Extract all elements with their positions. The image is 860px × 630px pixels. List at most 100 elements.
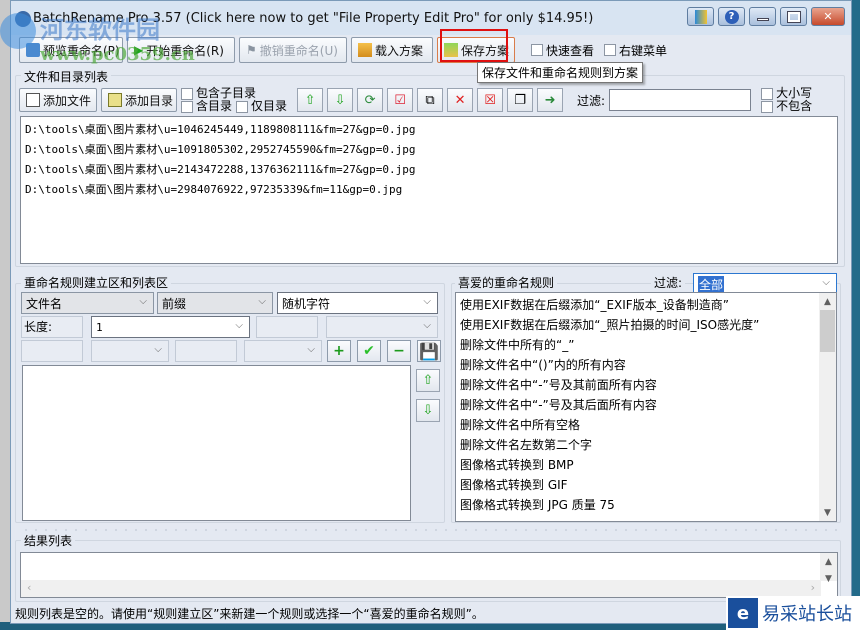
rule-position-select[interactable]: 前缀 ⌵ [157, 292, 273, 314]
start-rename-label: 开始重命名(R) [146, 43, 224, 58]
maximize-icon [786, 10, 801, 23]
favorite-rule-item[interactable]: 删除文件名左数第二个字 [456, 435, 836, 455]
arrow-down-icon: ⇩ [422, 403, 434, 418]
favorite-rule-item[interactable]: 删除文件中所有的“_” [456, 335, 836, 355]
arrow-down-icon: ⇩ [334, 92, 346, 108]
exclude-checkbox[interactable]: 不包含 [761, 100, 812, 113]
results-horizontal-scrollbar[interactable]: ‹ › [21, 580, 821, 597]
preview-rename-button[interactable]: 预览重命名(P) [19, 37, 123, 63]
remove-button[interactable]: ✕ [447, 88, 474, 112]
favorite-rule-item[interactable]: 删除文件名中“-”号及其后面所有内容 [456, 395, 836, 415]
rules-list[interactable] [22, 365, 411, 521]
undo-icon: ⚑ [246, 43, 257, 57]
maximize-button[interactable] [780, 7, 807, 26]
favorite-rule-item[interactable]: 图像格式转换到 GIF [456, 475, 836, 495]
chevron-down-icon: ⌵ [822, 277, 830, 288]
scroll-right-icon[interactable]: › [811, 581, 815, 594]
move-down-button[interactable]: ⇩ [327, 88, 354, 112]
add-file-button[interactable]: 添加文件 [19, 88, 97, 112]
favorite-rule-item[interactable]: 删除文件名中“()”内的所有内容 [456, 355, 836, 375]
file-icon [26, 93, 40, 107]
scroll-up-icon[interactable]: ▲ [820, 553, 837, 570]
add-directory-button[interactable]: 添加目录 [101, 88, 177, 112]
splitter[interactable] [21, 528, 841, 532]
add-rule-button[interactable]: + [327, 340, 351, 362]
context-menu-checkbox[interactable]: 右键菜单 [604, 42, 667, 59]
file-list-item[interactable]: D:\tools\桌面\图片素材\u=2984076922,97235339&f… [21, 180, 837, 200]
window-title[interactable]: BatchRename Pro 3.57 (Click here now to … [33, 11, 593, 26]
param-field-1[interactable] [256, 316, 318, 338]
favorite-rule-item[interactable]: 删除文件名中“-”号及其前面所有内容 [456, 375, 836, 395]
chevron-down-icon: ⌵ [307, 344, 315, 355]
file-list[interactable]: D:\tools\桌面\图片素材\u=1046245449,1189808111… [20, 116, 838, 264]
filter-options: 大小写 不包含 [761, 87, 812, 113]
cube-icon [694, 9, 707, 24]
save-folder-icon [444, 43, 458, 57]
move-up-button[interactable]: ⇧ [297, 88, 324, 112]
favorite-rule-item[interactable]: 使用EXIF数据在后缀添加“_照片拍摄的时间_ISO感光度” [456, 315, 836, 335]
copy-button[interactable]: ❐ [507, 88, 534, 112]
checklist-icon: ☑ [394, 92, 406, 108]
param-select-3[interactable]: ⌵ [244, 340, 322, 362]
check-button[interactable]: ☑ [387, 88, 414, 112]
preview-rename-label: 预览重命名(P) [43, 43, 120, 58]
files-toolbar: 添加文件 添加目录 包含子目录 含目录 仅目录 ⇧ ⇩ ⟳ ☑ ⧉ ✕ ☒ ❐ … [19, 87, 812, 113]
favorite-rule-item[interactable]: 图像格式转换到 BMP [456, 455, 836, 475]
save-scheme-tooltip: 保存文件和重命名规则到方案 [477, 62, 644, 83]
start-rename-button[interactable]: ▶ 开始重命名(R) [127, 37, 235, 63]
load-scheme-button[interactable]: 载入方案 [351, 37, 433, 63]
rule-target-select[interactable]: 文件名 ⌵ [21, 292, 154, 314]
dirs-only-checkbox[interactable]: 仅目录 [236, 100, 287, 113]
results-vertical-scrollbar[interactable]: ▲ ▼ [820, 553, 837, 584]
param-select-1[interactable]: ⌵ [326, 316, 438, 338]
quick-view-checkbox[interactable]: 快速查看 [531, 42, 594, 59]
favorite-rule-item[interactable]: 删除文件名中所有空格 [456, 415, 836, 435]
file-list-item[interactable]: D:\tools\桌面\图片素材\u=2143472288,1376362111… [21, 160, 837, 180]
rule-type-select[interactable]: 随机字符 ⌵ [277, 292, 438, 314]
arrow-up-icon: ⇧ [304, 92, 316, 108]
app-window: BatchRename Pro 3.57 (Click here now to … [10, 0, 852, 624]
param-select-2[interactable]: ⌵ [91, 340, 169, 362]
length-select[interactable]: 1 ⌵ [91, 316, 250, 338]
length-label: 长度: [21, 316, 83, 338]
help-button[interactable]: ? [718, 7, 745, 26]
import-button[interactable]: ➜ [537, 88, 564, 112]
scroll-left-icon[interactable]: ‹ [27, 581, 31, 594]
scroll-up-icon[interactable]: ▲ [819, 293, 836, 310]
minimize-button[interactable] [749, 7, 776, 26]
app-info-button[interactable] [687, 7, 714, 26]
minimize-icon [756, 18, 769, 21]
close-icon: ✕ [823, 10, 833, 23]
scrollbar-thumb[interactable] [820, 310, 835, 352]
favorite-rule-item[interactable]: 使用EXIF数据在后缀添加“_EXIF版本_设备制造商” [456, 295, 836, 315]
remove-rule-button[interactable]: − [387, 340, 411, 362]
param-field-2[interactable] [21, 340, 83, 362]
favorites-scrollbar[interactable]: ▲ ▼ [819, 293, 836, 521]
file-list-item[interactable]: D:\tools\桌面\图片素材\u=1046245449,1189808111… [21, 120, 837, 140]
scroll-down-icon[interactable]: ▼ [820, 570, 837, 587]
include-dirs-checkbox[interactable]: 含目录 [181, 100, 232, 113]
minus-icon: − [393, 343, 405, 359]
results-list[interactable]: ‹ › ▲ ▼ [20, 552, 838, 598]
rule-move-up-button[interactable]: ⇧ [416, 369, 440, 392]
refresh-button[interactable]: ⟳ [357, 88, 384, 112]
apply-rule-button[interactable]: ✔ [357, 340, 381, 362]
scroll-down-icon[interactable]: ▼ [819, 504, 836, 521]
rule-move-down-button[interactable]: ⇩ [416, 399, 440, 422]
rule-type-value: 随机字符 [282, 296, 331, 311]
favorite-rule-item[interactable]: 图像格式转换到 JPG 质量 75 [456, 495, 836, 515]
undo-rename-button[interactable]: ⚑ 撤销重命名(U) [239, 37, 347, 63]
save-rules-button[interactable]: 💾 [417, 340, 441, 362]
param-field-3[interactable] [175, 340, 237, 362]
filter-label: 过滤: [577, 93, 606, 108]
file-list-item[interactable]: D:\tools\桌面\图片素材\u=1091805302,2952745590… [21, 140, 837, 160]
remove-all-button[interactable]: ☒ [477, 88, 504, 112]
checkbox-box [761, 87, 774, 100]
title-bar[interactable]: BatchRename Pro 3.57 (Click here now to … [11, 1, 851, 35]
close-button[interactable]: ✕ [811, 7, 845, 26]
file-filter-input[interactable] [609, 89, 752, 111]
swap-button[interactable]: ⧉ [417, 88, 444, 112]
favorites-list[interactable]: 使用EXIF数据在后缀添加“_EXIF版本_设备制造商” 使用EXIF数据在后缀… [455, 292, 837, 522]
favorites-filter-value: 全部 [698, 275, 725, 293]
save-scheme-button[interactable]: 保存方案 [437, 37, 515, 63]
